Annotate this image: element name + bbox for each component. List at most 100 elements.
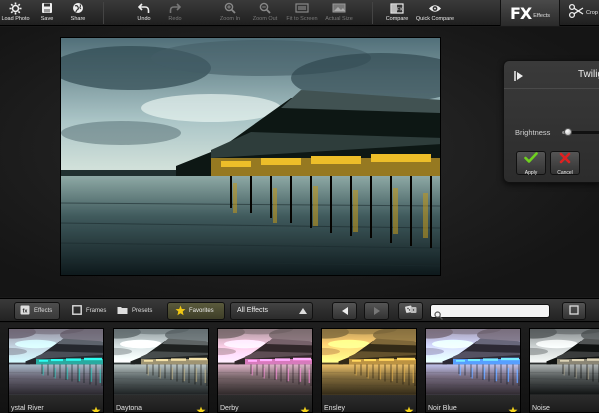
tab-effects-label: Effects	[34, 308, 53, 314]
effect-thumbnail[interactable]: Derby	[217, 328, 313, 413]
save-button[interactable]: Save	[37, 1, 57, 25]
brightness-slider-thumb[interactable]	[563, 128, 572, 136]
fx-icon: fx	[20, 305, 30, 317]
quick-compare-label: Quick Compare	[415, 16, 455, 22]
star-icon[interactable]	[91, 403, 101, 412]
favorites-label: Favorites	[189, 308, 214, 314]
effects-select-value: All Effects	[237, 307, 268, 314]
bottom-bar: fx Effects Frames Presets Favorites All …	[0, 298, 599, 322]
effect-caption: Ensley	[322, 395, 416, 412]
effect-name: Noir Blue	[428, 405, 457, 412]
effect-preview-image	[218, 329, 312, 396]
star-icon[interactable]	[300, 403, 310, 412]
random-effect-button[interactable]	[398, 302, 423, 320]
eye-icon	[428, 1, 442, 15]
zoom-in-button[interactable]: Zoom In	[217, 1, 243, 25]
actual-size-icon	[332, 1, 346, 15]
close-icon	[559, 151, 571, 169]
fit-screen-icon	[295, 1, 309, 15]
effect-thumbnail[interactable]: Noise	[529, 328, 599, 413]
share-label: Share	[70, 16, 86, 22]
undo-label: Undo	[137, 16, 151, 22]
brightness-slider[interactable]	[562, 128, 599, 136]
favorites-button[interactable]: Favorites	[167, 302, 225, 320]
main-photo[interactable]	[60, 37, 441, 276]
crop-label: Crop	[586, 10, 598, 16]
next-button[interactable]	[364, 302, 389, 320]
redo-label: Redo	[168, 16, 182, 22]
effect-thumbnail[interactable]: Noir Blue	[425, 328, 521, 413]
top-toolbar: Load Photo Save Share Undo Redo Zoom In	[0, 0, 599, 26]
undo-button[interactable]: Undo	[133, 1, 155, 25]
triangle-up-icon	[299, 308, 307, 314]
effect-caption: Noir Blue	[426, 395, 520, 412]
dice-icon	[404, 302, 417, 320]
single-frame-icon	[569, 302, 579, 320]
toolbar-divider	[103, 2, 104, 24]
zoom-out-label: Zoom Out	[252, 16, 278, 22]
zoom-in-label: Zoom In	[219, 16, 241, 22]
panel-collapse-icon[interactable]	[513, 69, 525, 81]
cancel-button[interactable]: Cancel	[550, 151, 580, 176]
tab-effects[interactable]: fx Effects	[14, 302, 60, 320]
checkmark-icon	[524, 151, 538, 169]
share-button[interactable]: Share	[67, 1, 89, 25]
svg-text:FX: FX	[397, 6, 403, 11]
effect-caption: Derby	[218, 395, 312, 412]
load-photo-button[interactable]: Load Photo	[1, 1, 30, 25]
search-box[interactable]	[430, 304, 550, 320]
actual-size-button[interactable]: Actual Size	[324, 1, 354, 25]
effect-caption: Daytona	[114, 395, 208, 412]
single-view-button[interactable]	[562, 302, 586, 320]
tab-presets[interactable]: Presets	[112, 302, 158, 320]
effects-thumbnail-strip: ystal River Daytona Derby Ensley Noir Blue No…	[0, 323, 599, 413]
fx-effects-button[interactable]: FX Effects	[500, 0, 560, 26]
redo-button[interactable]: Redo	[164, 1, 186, 25]
load-photo-label: Load Photo	[1, 16, 30, 22]
apply-button[interactable]: Apply	[516, 151, 546, 176]
zoom-out-icon	[259, 1, 271, 15]
arrow-left-icon	[341, 302, 349, 320]
effects-category-select[interactable]: All Effects	[230, 302, 313, 320]
toolbar-divider	[372, 2, 373, 24]
zoom-out-button[interactable]: Zoom Out	[251, 1, 279, 25]
star-icon[interactable]	[196, 403, 206, 412]
arrow-right-icon	[373, 302, 381, 320]
effect-thumbnail[interactable]: Daytona	[113, 328, 209, 413]
fx-effects-label: Effects	[533, 13, 550, 19]
tab-presets-label: Presets	[132, 308, 153, 314]
cancel-label: Cancel	[557, 169, 573, 176]
gear-icon	[9, 1, 22, 15]
star-icon[interactable]	[404, 403, 414, 412]
globe-icon	[72, 1, 84, 15]
previous-button[interactable]	[332, 302, 357, 320]
fit-to-screen-button[interactable]: Fit to Screen	[285, 1, 319, 25]
effect-name: Noise	[532, 405, 550, 412]
search-input[interactable]	[445, 306, 545, 317]
zoom-in-icon	[224, 1, 236, 15]
star-icon[interactable]	[508, 403, 518, 412]
effect-preview-image	[114, 329, 208, 396]
tab-frames[interactable]: Frames	[67, 302, 107, 320]
compare-label: Compare	[385, 16, 409, 22]
effect-thumbnail[interactable]: ystal River	[8, 328, 104, 413]
effect-name: Derby	[220, 405, 239, 412]
redo-icon	[169, 1, 181, 15]
effect-name: ystal River	[11, 405, 44, 412]
tab-frames-label: Frames	[86, 308, 107, 314]
compare-icon: FX	[390, 1, 404, 15]
save-label: Save	[40, 16, 54, 22]
effect-preview-image	[9, 329, 103, 396]
compare-button[interactable]: FX Compare	[384, 1, 410, 25]
quick-compare-button[interactable]: Quick Compare	[415, 1, 455, 25]
effect-caption: ystal River	[9, 395, 103, 412]
effect-preview-image	[426, 329, 520, 396]
effect-name: Ensley	[324, 405, 346, 412]
effect-settings-panel: Twilig Brightness Apply Cancel	[503, 60, 599, 183]
folder-icon	[117, 305, 128, 317]
effect-thumbnail[interactable]: Ensley	[321, 328, 417, 413]
crop-button[interactable]: Crop	[562, 0, 599, 26]
scissors-icon	[568, 3, 584, 24]
effect-preview-image	[530, 329, 599, 396]
fx-logo-text: FX	[510, 3, 532, 23]
